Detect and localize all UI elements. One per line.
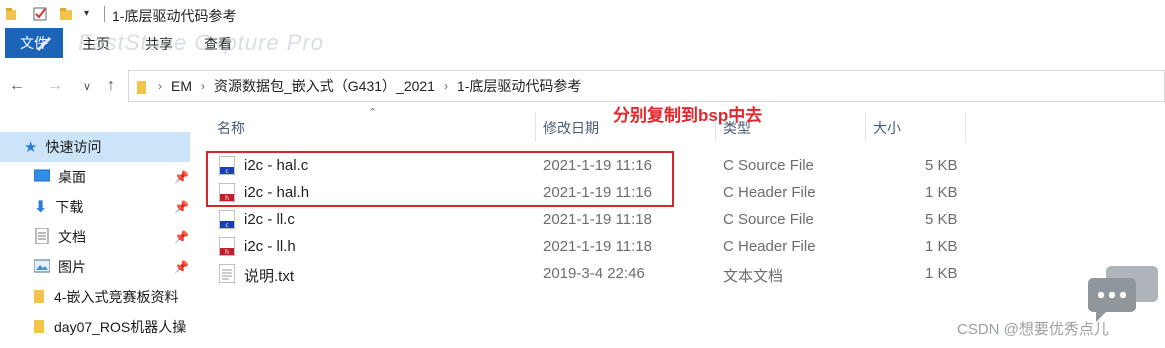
forward-button[interactable]: → xyxy=(44,74,66,98)
folder-icon xyxy=(6,7,22,21)
file-type: 文本文档 xyxy=(723,268,784,285)
new-folder-icon[interactable] xyxy=(60,7,76,21)
file-date: 2021-1-19 11:18 xyxy=(543,211,652,228)
file-size: 1 KB xyxy=(925,238,958,255)
sidebar-item-folder[interactable]: 4-嵌入式竞赛板资料 xyxy=(0,282,190,312)
highlight-box xyxy=(206,151,674,207)
window-title: 1-底层驱动代码参考 xyxy=(112,8,237,24)
column-divider[interactable] xyxy=(535,112,536,142)
file-name: 说明.txt xyxy=(244,268,295,285)
file-type: C Header File xyxy=(723,184,816,201)
file-date: 2021-1-19 11:18 xyxy=(543,238,652,255)
svg-text:h: h xyxy=(225,249,229,256)
file-size: 5 KB xyxy=(925,157,958,174)
c-header-file-icon: h xyxy=(219,237,235,256)
sidebar-item-folder[interactable]: day07_ROS机器人操 xyxy=(0,312,190,342)
c-source-file-icon: c xyxy=(219,210,235,229)
annotation-text: 分别复制到bsp中去 xyxy=(613,106,763,125)
sidebar-item-pictures[interactable]: 图片 📌 xyxy=(0,252,190,282)
file-date: 2019-3-4 22:46 xyxy=(543,265,645,282)
up-button[interactable]: ↑ xyxy=(100,74,122,98)
svg-text:c: c xyxy=(225,222,228,229)
navigation-pane: ★ 快速访问 桌面 📌 ⬇ 下载 📌 文档 📌 图片 📌 4-嵌入式竞赛板资料 xyxy=(0,120,192,348)
properties-icon[interactable] xyxy=(33,7,49,21)
file-name: i2c - ll.c xyxy=(244,211,295,228)
sidebar-item-label: 图片 xyxy=(58,259,86,275)
csdn-watermark: CSDN @想要优秀点儿 xyxy=(957,321,1109,338)
pin-icon[interactable]: 📌 xyxy=(174,170,189,184)
file-type: C Source File xyxy=(723,157,814,174)
pen-icon xyxy=(10,34,54,57)
breadcrumb-em[interactable]: EM xyxy=(171,78,192,94)
column-header-date[interactable]: 修改日期 xyxy=(543,112,599,144)
file-row[interactable]: c i2c - ll.c 2021-1-19 11:18 C Source Fi… xyxy=(206,207,966,233)
sort-ascending-icon: ⌃ xyxy=(368,107,378,119)
sidebar-item-downloads[interactable]: ⬇ 下载 📌 xyxy=(0,192,190,222)
folder-icon xyxy=(34,318,46,337)
document-icon xyxy=(34,227,50,247)
star-icon: ★ xyxy=(24,139,38,156)
column-divider[interactable] xyxy=(965,112,966,142)
sidebar-item-quick-access[interactable]: ★ 快速访问 xyxy=(0,132,190,162)
file-name: i2c - ll.h xyxy=(244,238,296,255)
file-size: 1 KB xyxy=(925,265,958,282)
file-size: 5 KB xyxy=(925,211,958,228)
picture-icon xyxy=(33,259,51,276)
sidebar-item-label: 4-嵌入式竞赛板资料 xyxy=(54,289,179,305)
folder-icon xyxy=(34,288,46,307)
customize-toolbar-icon[interactable]: ▾ xyxy=(84,8,89,19)
breadcrumb-separator[interactable]: › xyxy=(158,79,162,93)
download-icon: ⬇ xyxy=(34,199,48,216)
folder-icon xyxy=(137,77,149,94)
sidebar-item-label: day07_ROS机器人操 xyxy=(54,319,187,335)
file-type: C Header File xyxy=(723,238,816,255)
back-button[interactable]: ← xyxy=(6,74,28,98)
breadcrumb-resource-pack[interactable]: 资源数据包_嵌入式（G431）_2021 xyxy=(214,76,435,96)
sidebar-item-label: 桌面 xyxy=(58,169,86,185)
file-row[interactable]: h i2c - ll.h 2021-1-19 11:18 C Header Fi… xyxy=(206,234,966,260)
sidebar-item-label: 文档 xyxy=(58,229,86,245)
sidebar-item-desktop[interactable]: 桌面 📌 xyxy=(0,162,190,192)
file-size: 1 KB xyxy=(925,184,958,201)
text-file-icon xyxy=(219,264,235,283)
sidebar-item-label: 快速访问 xyxy=(45,139,102,155)
sidebar-item-label: 下载 xyxy=(55,199,84,215)
sidebar-item-documents[interactable]: 文档 📌 xyxy=(0,222,190,252)
title-separator xyxy=(104,6,105,22)
breadcrumb-separator[interactable]: › xyxy=(444,79,448,93)
desktop-icon xyxy=(33,169,51,186)
chat-bubble-icon xyxy=(1088,266,1160,324)
capture-watermark: FastStone Capture Pro xyxy=(78,30,325,55)
address-bar[interactable]: › EM › 资源数据包_嵌入式（G431）_2021 › 1-底层驱动代码参考 xyxy=(128,70,1165,102)
pin-icon[interactable]: 📌 xyxy=(174,260,189,274)
pin-icon[interactable]: 📌 xyxy=(174,230,189,244)
file-type: C Source File xyxy=(723,211,814,228)
column-header-size[interactable]: 大小 xyxy=(873,112,901,144)
column-divider[interactable] xyxy=(865,112,866,142)
column-header-name[interactable]: 名称 xyxy=(217,112,245,144)
breadcrumb-separator[interactable]: › xyxy=(201,79,205,93)
recent-locations-button[interactable]: ∨ xyxy=(76,74,98,98)
breadcrumb-current-folder[interactable]: 1-底层驱动代码参考 xyxy=(457,76,581,96)
pin-icon[interactable]: 📌 xyxy=(174,200,189,214)
file-row[interactable]: 说明.txt 2019-3-4 22:46 文本文档 1 KB xyxy=(206,261,966,287)
